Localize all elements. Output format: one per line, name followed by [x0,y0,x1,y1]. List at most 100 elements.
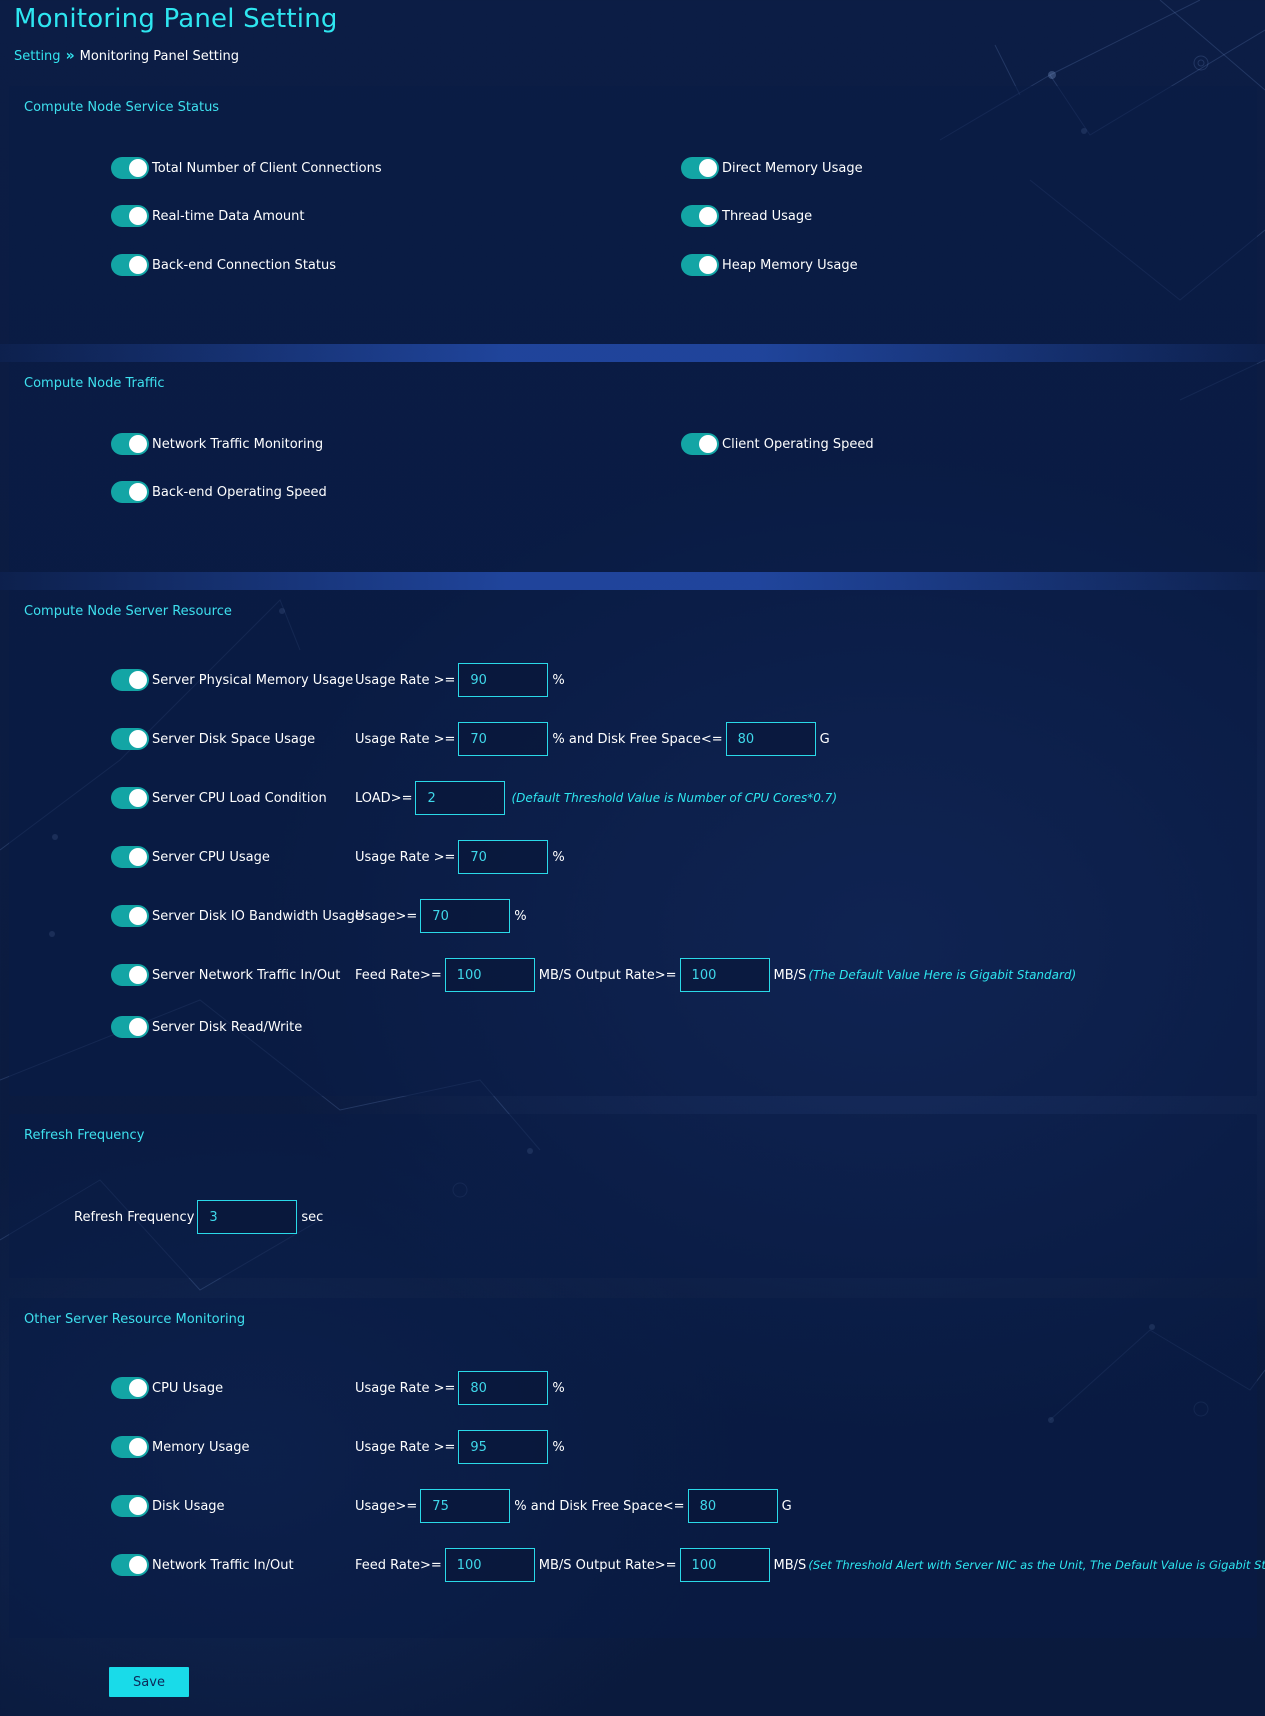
threshold-input[interactable] [415,781,506,815]
threshold-prefix: Feed Rate>= [355,967,442,983]
threshold-mid-label: MB/S Output Rate>= [538,967,677,983]
threshold-input[interactable] [420,899,511,933]
toggle-knob [129,966,147,984]
threshold-prefix: Feed Rate>= [355,1557,442,1573]
toggle-switch[interactable] [111,433,149,455]
toggle-knob [129,671,147,689]
toggle-switch[interactable] [111,787,149,809]
toggle-item: Server CPU Usage [111,845,270,869]
threshold-input[interactable] [458,1371,549,1405]
section-divider [0,344,1265,362]
toggle-switch[interactable] [111,905,149,927]
section-divider [0,572,1265,590]
toggle-switch[interactable] [111,1016,149,1038]
toggle-item: Server Physical Memory Usage [111,668,353,692]
threshold-input[interactable] [458,663,549,697]
toggle-knob [129,483,147,501]
threshold-input[interactable] [420,1489,511,1523]
toggle-item: Heap Memory Usage [681,253,858,277]
toggle-label: Server Disk Read/Write [152,1019,303,1035]
unit-label: % [514,908,527,924]
toggle-knob [129,1438,147,1456]
threshold-prefix: Usage Rate >= [355,1380,456,1396]
toggle-switch[interactable] [111,157,149,179]
output-rate-input[interactable] [679,1548,770,1582]
toggle-switch[interactable] [111,1495,149,1517]
toggle-switch[interactable] [111,1377,149,1399]
toggle-item: Disk Usage [111,1494,225,1518]
toggle-switch[interactable] [111,728,149,750]
toggle-label: Network Traffic In/Out [152,1557,294,1573]
card-title: Compute Node Server Resource [24,604,232,619]
toggle-item: Memory Usage [111,1435,250,1459]
toggle-knob [129,1018,147,1036]
toggle-item: CPU Usage [111,1376,223,1400]
card-title: Compute Node Service Status [24,100,220,115]
feed-rate-input[interactable] [444,958,535,992]
hint-text: (The Default Value Here is Gigabit Stand… [808,968,1077,982]
toggle-label: Client Operating Speed [722,436,874,452]
toggle-switch[interactable] [111,1436,149,1458]
unit-label: sec [301,1209,324,1225]
toggle-switch[interactable] [111,669,149,691]
toggle-switch[interactable] [111,964,149,986]
threshold-prefix: Usage Rate >= [355,849,456,865]
free-space-input[interactable] [687,1489,778,1523]
toggle-label: Server Disk Space Usage [152,731,316,747]
toggle-label: Network Traffic Monitoring [152,436,324,452]
toggle-switch[interactable] [111,1554,149,1576]
threshold-fields: Usage Rate >= % [355,663,565,697]
output-rate-input[interactable] [679,958,770,992]
threshold-prefix: Usage>= [355,1498,418,1514]
threshold-input[interactable] [458,840,549,874]
other-resource-card: Other Server Resource Monitoring CPU Usa… [9,1298,1265,1638]
card-title: Compute Node Traffic [24,376,165,391]
toggle-label: Real-time Data Amount [152,208,305,224]
toggle-item: Server Disk IO Bandwidth Usage [111,904,363,928]
toggle-switch[interactable] [681,205,719,227]
toggle-label: Server Disk IO Bandwidth Usage [152,908,363,924]
toggle-switch[interactable] [111,254,149,276]
toggle-item: Network Traffic In/Out [111,1553,294,1577]
feed-rate-input[interactable] [444,1548,535,1582]
unit-label: MB/S [773,967,807,983]
toggle-knob [699,256,717,274]
toggle-switch[interactable] [111,205,149,227]
toggle-item: Thread Usage [681,204,812,228]
toggle-knob [129,1497,147,1515]
toggle-switch[interactable] [111,481,149,503]
toggle-item: Total Number of Client Connections [111,156,382,180]
toggle-item: Real-time Data Amount [111,204,304,228]
toggle-label: Back-end Connection Status [152,257,336,273]
toggle-switch[interactable] [681,157,719,179]
toggle-switch[interactable] [681,433,719,455]
toggle-knob [129,1379,147,1397]
toggle-switch[interactable] [111,846,149,868]
refresh-frequency-input[interactable] [197,1200,298,1234]
breadcrumb: Setting » Monitoring Panel Setting [14,48,239,64]
page-title: Monitoring Panel Setting [14,4,338,34]
traffic-card: Compute Node Traffic Network Traffic Mon… [9,362,1257,572]
toggle-knob [699,207,717,225]
unit-label: % [552,1380,565,1396]
toggle-switch[interactable] [681,254,719,276]
card-title: Other Server Resource Monitoring [24,1312,246,1327]
threshold-mid-label: % and Disk Free Space<= [552,731,723,747]
refresh-frequency-card: Refresh Frequency Refresh Frequency sec [9,1114,1257,1278]
toggle-knob [129,907,147,925]
free-space-input[interactable] [725,722,816,756]
threshold-input[interactable] [458,722,549,756]
toggle-knob [129,435,147,453]
toggle-item: Server Disk Space Usage [111,727,315,751]
save-button[interactable]: Save [109,1667,189,1697]
toggle-label: Direct Memory Usage [722,160,863,176]
toggle-knob [129,159,147,177]
card-title: Refresh Frequency [24,1128,145,1143]
toggle-item: Back-end Operating Speed [111,480,327,504]
server-resource-card: Compute Node Server Resource Server Phys… [9,590,1257,1096]
hint-text: (Default Threshold Value is Number of CP… [511,791,838,805]
toggle-label: Server Physical Memory Usage [152,672,354,688]
refresh-frequency-fields: Refresh Frequency sec [74,1200,323,1234]
breadcrumb-setting-link[interactable]: Setting [14,49,61,64]
threshold-input[interactable] [458,1430,549,1464]
